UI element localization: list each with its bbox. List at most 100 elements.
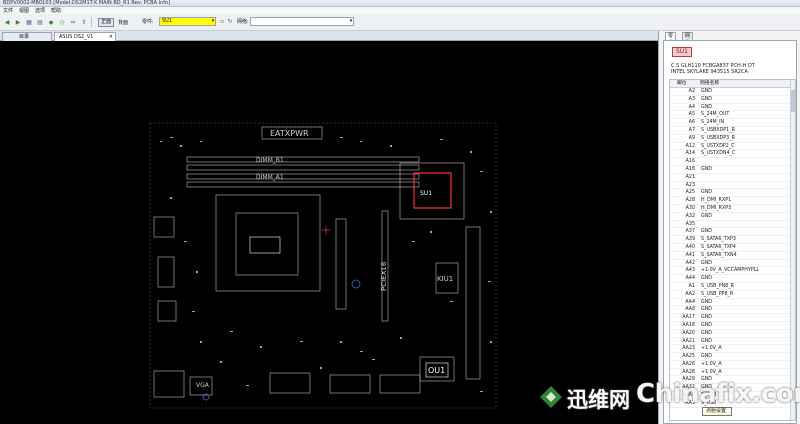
table-row[interactable]: A42 GND: [670, 260, 795, 268]
table-row[interactable]: A21: [670, 174, 795, 182]
net-name: GND: [701, 213, 712, 219]
pin-number: AA28: [682, 369, 695, 375]
pin-number: AA17: [682, 315, 695, 321]
net-name: +1.0V_A: [701, 369, 722, 375]
net-name: GND: [701, 89, 712, 94]
fit-icon[interactable]: ⇕: [80, 18, 88, 26]
net-name: GND: [701, 322, 712, 328]
table-row[interactable]: A2 GND: [670, 88, 795, 96]
pcb-layout: EATXPWR DIMM_B1 DIMM_A1 SU1 KIU1 OU1 VGA…: [149, 122, 497, 409]
table-row[interactable]: AA18 GND: [670, 322, 795, 330]
chevron-down-icon[interactable]: ▾: [210, 18, 216, 25]
table-row[interactable]: A37 GND: [670, 228, 795, 237]
table-row[interactable]: AA8 GND: [670, 306, 795, 315]
arrow-right-icon[interactable]: ▶: [14, 18, 22, 26]
table-row[interactable]: A25 GND: [670, 189, 795, 198]
scrollbar-thumb[interactable]: [791, 90, 795, 112]
table-row[interactable]: A30 H_DMI_RXP3: [670, 205, 795, 213]
pin-number: AA4: [685, 299, 695, 305]
tab-catalog-label: 目录: [19, 34, 30, 40]
col-pin-header[interactable]: 脚位: [670, 80, 698, 87]
pin-number: AA25: [682, 354, 695, 360]
label-kiu1: KIU1: [437, 275, 453, 283]
table-row[interactable]: A1 S_USB_PN8_R: [670, 283, 795, 291]
tab-net[interactable]: 网络: [682, 32, 694, 46]
part-name-button[interactable]: SU1: [672, 47, 692, 57]
pin-number: A9: [688, 135, 695, 141]
pin-number: A37: [685, 229, 695, 235]
rotate-icon[interactable]: ◇: [58, 18, 66, 26]
grid-icon[interactable]: ▦: [25, 18, 33, 26]
part-description-2: INTEL SKYLAKE 943515 SR2CA: [671, 69, 748, 75]
pin-number: AA23: [682, 346, 695, 352]
table-row[interactable]: A14 S_USTXDN4_C: [670, 150, 795, 159]
table-row[interactable]: A9 S_USBXDP3_R: [670, 135, 795, 143]
table-row[interactable]: A43 +1.0V_A_VCCAMPHYPLL: [670, 267, 795, 276]
mirror-icon[interactable]: ⇔: [69, 18, 77, 26]
table-row[interactable]: A40 S_SATA6_TXP4: [670, 244, 795, 252]
pin-number: AA20: [682, 330, 695, 336]
table-row[interactable]: A16: [670, 158, 795, 166]
table-row[interactable]: A3 GND: [670, 96, 795, 104]
arrow-left-icon[interactable]: ◀: [3, 18, 11, 26]
tab-part[interactable]: 零件: [665, 32, 677, 46]
table-row[interactable]: AA4 GND: [670, 299, 795, 307]
pin-number: A3: [688, 96, 695, 102]
part-search-combo[interactable]: SU1: [159, 17, 216, 26]
back-side-toggle[interactable]: 背面: [118, 19, 128, 26]
table-row[interactable]: A32 GND: [670, 213, 795, 221]
net-name: +1.0V_A: [701, 361, 722, 367]
table-row[interactable]: A23: [670, 182, 795, 190]
board-canvas[interactable]: EATXPWR DIMM_B1 DIMM_A1 SU1 KIU1 OU1 VGA…: [0, 41, 658, 424]
table-row[interactable]: A44 GND: [670, 275, 795, 283]
net-name: GND: [701, 190, 712, 196]
pin-table-scrollbar[interactable]: [790, 80, 795, 420]
label-ou1: OU1: [428, 366, 445, 375]
front-side-toggle[interactable]: 正面: [98, 17, 115, 27]
menu-file[interactable]: 文件: [0, 7, 16, 14]
table-row[interactable]: AA2 S_USB_PP8_R: [670, 291, 795, 299]
net-name: H_DMI_RXP1: [701, 198, 732, 204]
tab-board[interactable]: ASUS DS2_V1 ✕: [54, 32, 116, 41]
close-icon[interactable]: ✕: [109, 33, 113, 41]
app-window: BDPV0002-MB0103 [Model:DS2M1T-X MAIN BD_…: [0, 0, 800, 424]
menu-view[interactable]: 视图: [16, 7, 32, 14]
layers-icon[interactable]: ▤: [36, 18, 44, 26]
table-row[interactable]: A5 S_24M_OUT: [670, 111, 795, 120]
table-row[interactable]: A28 H_DMI_RXP1: [670, 197, 795, 205]
pin-number: A2: [688, 89, 695, 94]
pin-table-header: 脚位 网络名称: [670, 80, 795, 88]
panel-content: SU1 C.S GLH110 FCBGA837 PCH-H DT INTEL S…: [663, 40, 797, 424]
tab-catalog[interactable]: 目录: [2, 32, 52, 41]
net-name: GND: [701, 96, 712, 102]
table-row[interactable]: AA25 GND: [670, 353, 795, 361]
table-row[interactable]: A18 GND: [670, 166, 795, 174]
net-search-combo[interactable]: [250, 17, 354, 26]
table-row[interactable]: A12 S_USTXDP2_C: [670, 143, 795, 151]
refresh-icon[interactable]: ↻: [227, 18, 233, 25]
table-row[interactable]: A41 S_SATA6_TXN4: [670, 252, 795, 260]
table-row[interactable]: AA21 GND: [670, 338, 795, 346]
table-row[interactable]: A6 S_24M_IN: [670, 119, 795, 127]
pin-number: A6: [688, 120, 695, 126]
table-row[interactable]: A7 S_USBXDP1_R: [670, 127, 795, 135]
menu-bar: 文件 视图 选项 帮助: [0, 7, 800, 14]
table-row[interactable]: A4 GND: [670, 104, 795, 112]
chevron-down-icon[interactable]: ▾: [348, 18, 354, 25]
pin-number: A35: [685, 221, 695, 227]
pin-icon[interactable]: ▫: [219, 18, 225, 25]
table-row[interactable]: AA28 +1.0V_A: [670, 369, 795, 377]
flip-icon[interactable]: ◆: [47, 18, 55, 26]
table-row[interactable]: AA26 +1.0V_A: [670, 361, 795, 369]
net-name: GND: [701, 104, 712, 110]
table-row[interactable]: AA23 +1.0V_A: [670, 345, 795, 354]
net-name: GND: [701, 315, 712, 321]
table-row[interactable]: A35: [670, 221, 795, 229]
col-net-header[interactable]: 网络名称: [698, 80, 795, 87]
table-row[interactable]: AA20 GND: [670, 330, 795, 338]
net-name: GND: [701, 166, 712, 172]
table-row[interactable]: A39 S_SATA6_TXP3: [670, 236, 795, 244]
menu-options[interactable]: 选项: [32, 7, 48, 14]
menu-help[interactable]: 帮助: [48, 7, 64, 14]
table-row[interactable]: AA17 GND: [670, 314, 795, 322]
